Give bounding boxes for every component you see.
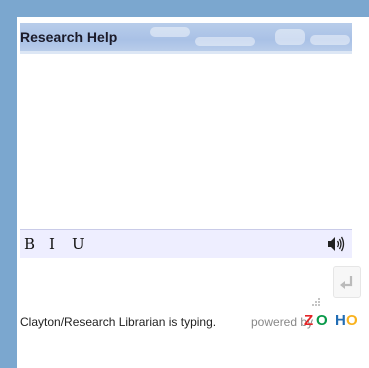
typing-status: Clayton/Research Librarian is typing. <box>20 315 217 329</box>
message-area[interactable] <box>20 54 352 229</box>
bold-button[interactable]: B <box>24 230 35 258</box>
zoho-letter-o2: O <box>346 312 359 329</box>
chat-title: Research Help <box>20 29 118 45</box>
header-decoration <box>195 37 255 46</box>
zoho-letter-o: O <box>316 312 329 329</box>
resize-grip-icon[interactable] <box>311 294 321 306</box>
underline-button[interactable]: U <box>72 230 85 258</box>
italic-button[interactable]: I <box>49 230 55 258</box>
status-bar: Clayton/Research Librarian is typing. po… <box>20 312 358 334</box>
zoho-letter-z: Z <box>304 312 315 329</box>
header-decoration <box>310 35 350 45</box>
header-decoration <box>150 27 190 37</box>
format-toolbar: B I U <box>20 229 352 259</box>
message-input[interactable] <box>20 258 361 310</box>
send-button[interactable] <box>333 266 361 298</box>
enter-icon <box>340 276 353 289</box>
speaker-icon[interactable] <box>326 235 346 253</box>
header-decoration <box>275 29 305 45</box>
